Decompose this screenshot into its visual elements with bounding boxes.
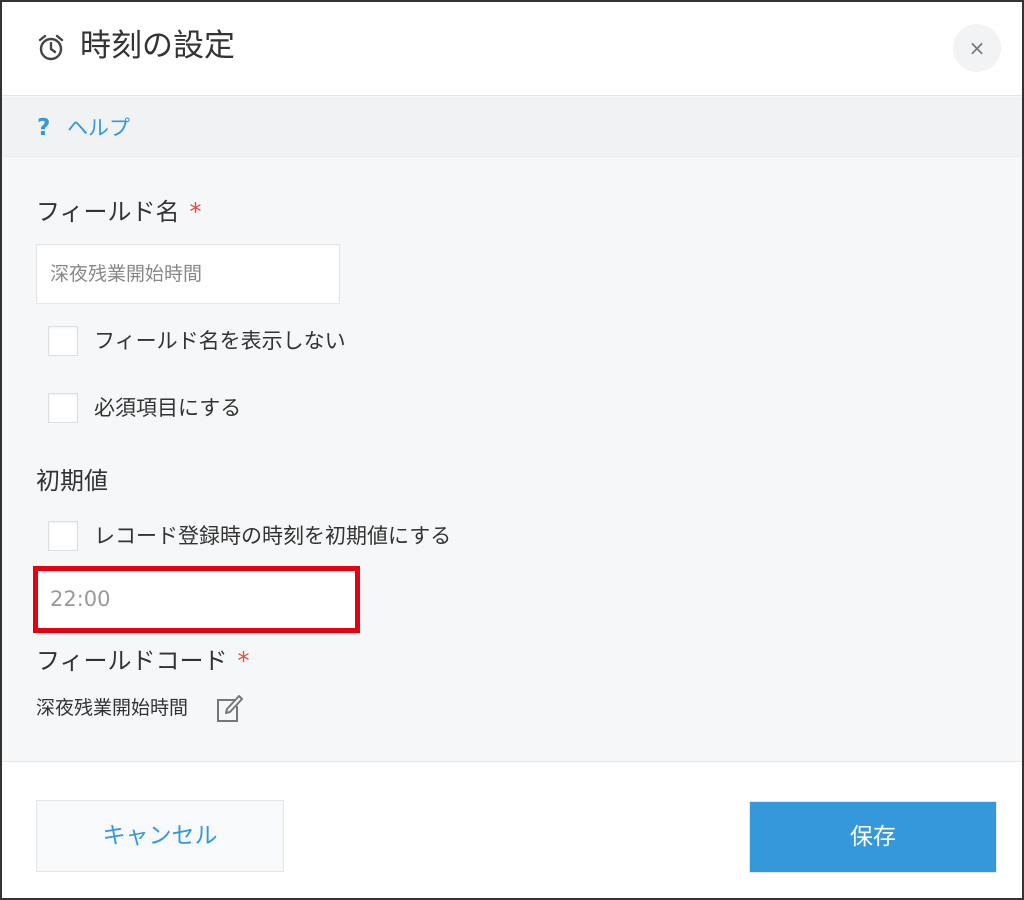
default-time-input[interactable]: 22:00 — [33, 566, 360, 633]
help-link[interactable]: ヘルプ — [67, 114, 130, 142]
field-name-label: フィールド名 * — [36, 196, 202, 228]
save-button[interactable]: 保存 — [749, 801, 997, 873]
time-settings-dialog: 時刻の設定 × ? ヘルプ フィールド名 * 深夜残業開始時間 フィールド名を表示… — [0, 0, 1024, 900]
use-record-time-checkbox[interactable] — [48, 521, 78, 551]
field-code-label-text: フィールドコード — [36, 647, 228, 675]
alarm-clock-icon — [38, 34, 64, 61]
required-field-checkbox[interactable] — [48, 393, 78, 423]
required-asterisk: * — [189, 198, 202, 226]
help-bar — [2, 97, 1022, 157]
field-code-label: フィールドコード * — [36, 645, 250, 677]
question-mark-icon[interactable]: ? — [37, 114, 50, 142]
use-record-time-label[interactable]: レコード登録時の時刻を初期値にする — [94, 521, 451, 551]
required-field-label[interactable]: 必須項目にする — [94, 393, 241, 423]
edit-pencil-icon[interactable] — [214, 692, 244, 724]
field-code-value: 深夜残業開始時間 — [36, 697, 189, 719]
required-asterisk: * — [237, 647, 250, 675]
default-time-value: 22:00 — [50, 587, 111, 611]
hide-field-name-label[interactable]: フィールド名を表示しない — [94, 326, 346, 356]
close-icon: × — [968, 36, 986, 60]
field-name-input-value: 深夜残業開始時間 — [50, 263, 203, 285]
cancel-button[interactable]: キャンセル — [36, 800, 284, 872]
default-value-label: 初期値 — [36, 467, 108, 495]
close-button[interactable]: × — [953, 24, 1001, 72]
dialog-title: 時刻の設定 — [80, 28, 235, 64]
hide-field-name-checkbox[interactable] — [48, 326, 78, 356]
field-name-input[interactable]: 深夜残業開始時間 — [36, 244, 340, 304]
field-name-label-text: フィールド名 — [36, 198, 180, 226]
